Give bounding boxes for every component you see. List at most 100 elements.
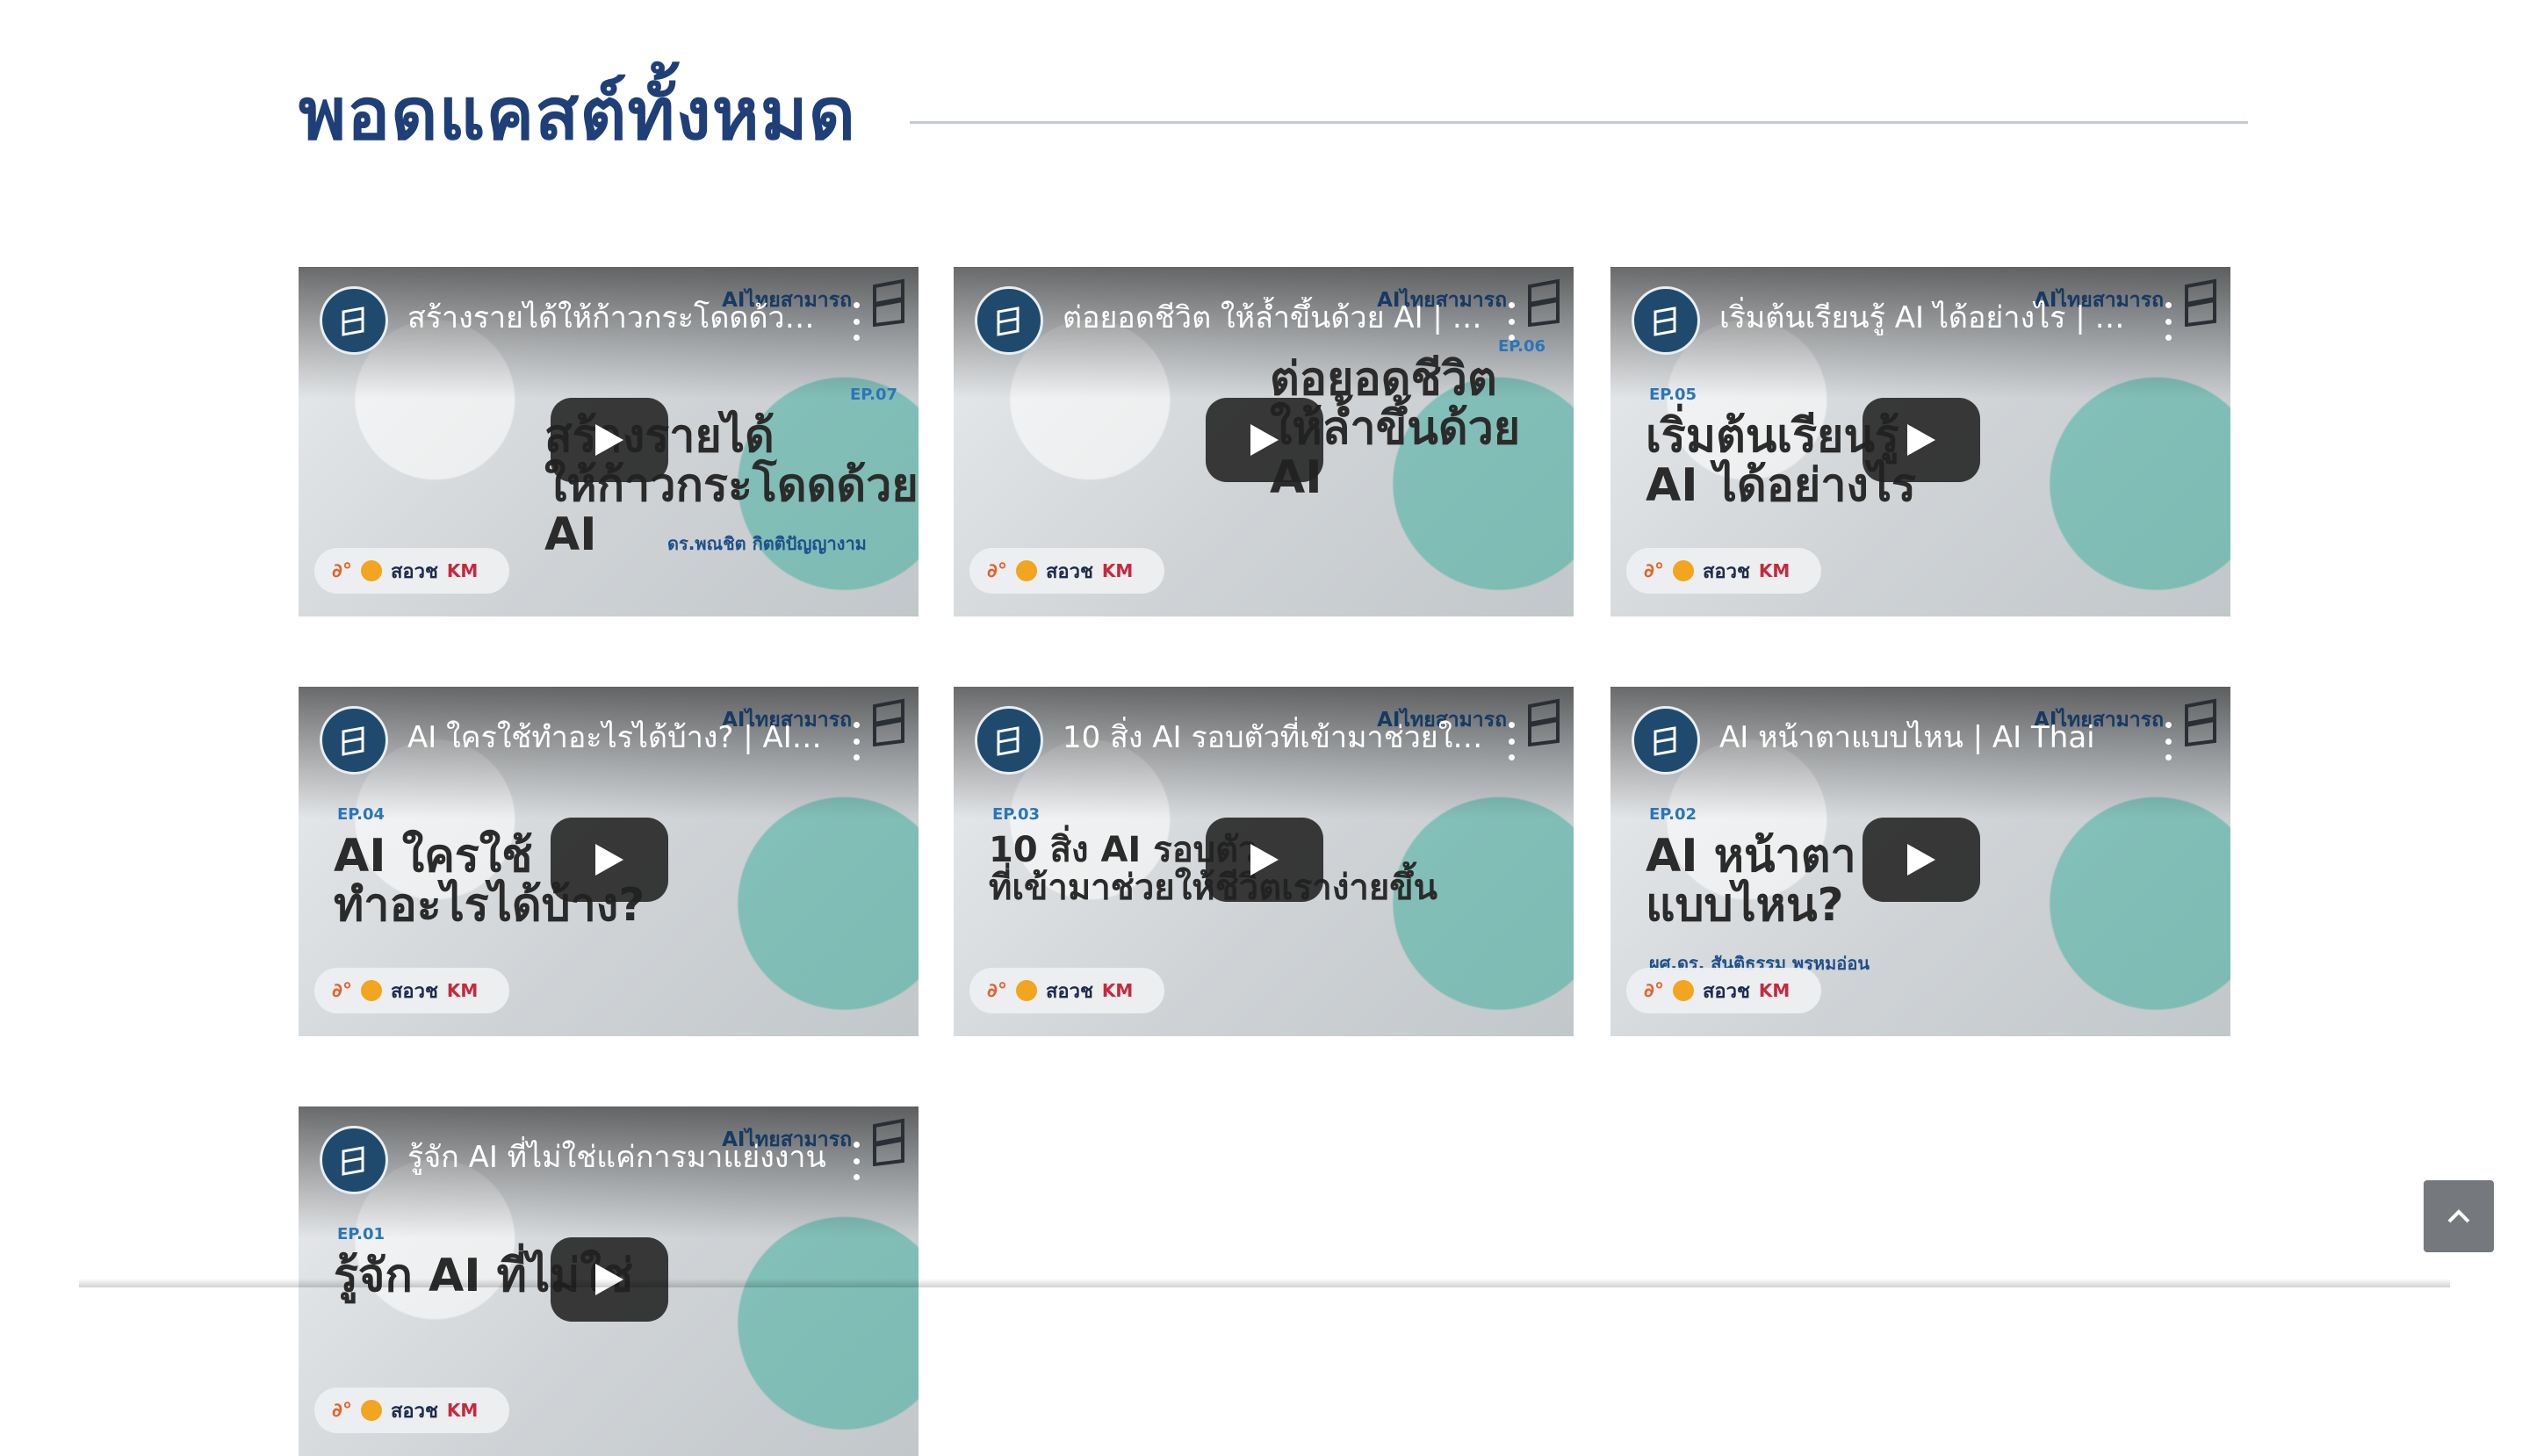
video-card[interactable]: AIไทยสามารถ EP.02 AI หน้าตา แบบไหน? ผศ.ดร. … <box>1610 687 2230 1036</box>
partner-label: สอวช <box>1702 560 1750 583</box>
kebab-menu-icon[interactable] <box>843 1142 869 1180</box>
partner-logo-icon: ∂° <box>332 1399 352 1422</box>
play-icon <box>1907 424 1935 456</box>
video-card[interactable]: AIไทยสามารถ EP.04 AI ใครใช้ ทำอะไรได้บ้าง?… <box>299 687 919 1036</box>
video-card[interactable]: AIไทยสามารถEP.0310 สิ่ง AI รอบตัว ที่เข้… <box>954 687 1574 1036</box>
partner-logo-icon <box>360 980 382 1001</box>
brand-mark-icon <box>873 698 904 746</box>
video-card[interactable]: AIไทยสามารถEP.07สร้างรายได้ ให้ก้าวกระโด… <box>299 267 919 616</box>
brand-mark-icon <box>873 278 904 327</box>
channel-logo-icon <box>1654 726 1676 756</box>
partner-logo-icon <box>360 560 382 581</box>
partner-label: สอวช <box>1702 980 1750 1003</box>
episode-label: EP.07 <box>850 386 898 404</box>
kebab-menu-icon[interactable] <box>843 722 869 760</box>
channel-logo-icon <box>997 726 1020 756</box>
partner-logo-icon: KM <box>446 980 479 1001</box>
play-icon <box>595 424 623 456</box>
back-to-top-button[interactable] <box>2424 1180 2494 1252</box>
partner-logo-icon: KM <box>1758 980 1790 1001</box>
episode-label: EP.01 <box>337 1225 385 1243</box>
partner-label: สอวช <box>1045 560 1093 583</box>
episode-label: EP.04 <box>337 805 385 824</box>
partner-logo-icon: ∂° <box>987 979 1007 1002</box>
partner-logo-icon: KM <box>446 560 479 581</box>
partner-logo-icon <box>1672 980 1694 1001</box>
kebab-menu-icon[interactable] <box>1498 722 1524 760</box>
channel-avatar[interactable] <box>1632 286 1700 355</box>
partner-logos: ∂° สอวช KM <box>314 968 509 1013</box>
channel-logo-icon <box>1654 306 1676 336</box>
video-title[interactable]: AI ใครใช้ทำอะไรได้บ้าง? | AI Thai <box>407 717 829 759</box>
partner-logo-icon <box>1015 980 1037 1001</box>
play-icon <box>1907 844 1935 876</box>
brand-mark-icon <box>1528 698 1560 746</box>
play-button[interactable] <box>1206 818 1323 902</box>
partner-logo-icon: ∂° <box>987 559 1007 582</box>
chevron-up-icon <box>2447 1209 2470 1223</box>
channel-avatar[interactable] <box>320 706 388 775</box>
partner-logo-icon: ∂° <box>332 979 352 1002</box>
kebab-menu-icon[interactable] <box>2155 302 2181 341</box>
play-button[interactable] <box>551 398 668 482</box>
partner-label: สอวช <box>1045 980 1093 1003</box>
video-grid: AIไทยสามารถEP.07สร้างรายได้ ให้ก้าวกระโด… <box>0 0 2529 1456</box>
video-title[interactable]: รู้จัก AI ที่ไม่ใช่แค่การมาแย่งงาน <box>407 1136 829 1178</box>
play-button[interactable] <box>1206 398 1323 482</box>
partner-logo-icon: ∂° <box>1644 559 1664 582</box>
thumbnail-headline: AI หน้าตา แบบไหน? <box>1646 830 1856 933</box>
kebab-menu-icon[interactable] <box>1498 302 1524 341</box>
video-title[interactable]: AI หน้าตาแบบไหน | AI Thai <box>1719 717 2141 759</box>
video-card[interactable]: AIไทยสามารถ EP.05 เริ่มต้นเรียนรู้ AI ได้อ… <box>1610 267 2230 616</box>
partner-logos: ∂° สอวช KM <box>1626 548 1821 594</box>
video-title[interactable]: ต่อยอดชีวิต ให้ล้ำขึ้นด้วย AI | AI Thai <box>1063 297 1484 339</box>
episode-label: EP.03 <box>992 805 1041 824</box>
brand-mark-icon <box>1528 278 1560 327</box>
partner-logos: ∂° สอวช KM <box>314 548 509 594</box>
partner-logo-icon: KM <box>1758 560 1790 581</box>
partner-logos: ∂° สอวช KM <box>1626 968 1821 1013</box>
partner-logo-icon <box>1672 560 1694 581</box>
channel-avatar[interactable] <box>320 1126 388 1194</box>
partner-logo-icon: ∂° <box>332 559 352 582</box>
channel-logo-icon <box>342 726 364 756</box>
brand-mark-icon <box>2185 278 2216 327</box>
video-title[interactable]: 10 สิ่ง AI รอบตัวที่เข้ามาช่วยให้ชีวิตเร… <box>1063 717 1484 759</box>
channel-avatar[interactable] <box>1632 706 1700 775</box>
play-icon <box>1250 424 1279 456</box>
video-card[interactable]: AIไทยสามารถ EP.06 ต่อยอดชีวิต ให้ล้ำขึ้นด้… <box>954 267 1574 616</box>
partner-logo-icon <box>1015 560 1037 581</box>
partner-logo-icon <box>360 1400 382 1421</box>
video-title[interactable]: เริ่มต้นเรียนรู้ AI ได้อย่างไร | AI Thai <box>1719 297 2141 339</box>
video-title[interactable]: สร้างรายได้ให้ก้าวกระโดดด้วย AI <box>407 297 829 339</box>
thumbnail-subtitle: ดร.พณชิต กิตติปัญญางาม <box>667 533 867 554</box>
channel-logo-icon <box>342 1146 364 1176</box>
partner-label: สอวช <box>390 980 438 1003</box>
partner-logos: ∂° สอวช KM <box>969 548 1164 594</box>
partner-logo-icon: KM <box>1101 560 1134 581</box>
episode-label: EP.02 <box>1649 805 1697 824</box>
play-icon <box>1250 844 1279 876</box>
partner-logos: ∂° สอวช KM <box>969 968 1164 1013</box>
channel-avatar[interactable] <box>320 286 388 355</box>
partner-label: สอวช <box>390 560 438 583</box>
partner-label: สอวช <box>390 1400 438 1423</box>
partner-logo-icon: ∂° <box>1644 979 1664 1002</box>
partner-logos: ∂° สอวช KM <box>314 1388 509 1433</box>
bottom-shadow <box>79 1279 2450 1287</box>
channel-avatar[interactable] <box>975 706 1043 775</box>
brand-mark-icon <box>873 1118 904 1166</box>
episode-label: EP.05 <box>1649 386 1697 404</box>
kebab-menu-icon[interactable] <box>843 302 869 341</box>
brand-mark-icon <box>2185 698 2216 746</box>
kebab-menu-icon[interactable] <box>2155 722 2181 760</box>
partner-logo-icon: KM <box>1101 980 1134 1001</box>
partner-logo-icon: KM <box>446 1400 479 1421</box>
channel-avatar[interactable] <box>975 286 1043 355</box>
play-button[interactable] <box>1863 398 1980 482</box>
play-icon <box>595 844 623 876</box>
channel-logo-icon <box>342 306 364 336</box>
channel-logo-icon <box>997 306 1020 336</box>
play-button[interactable] <box>551 818 668 902</box>
play-button[interactable] <box>1863 818 1980 902</box>
